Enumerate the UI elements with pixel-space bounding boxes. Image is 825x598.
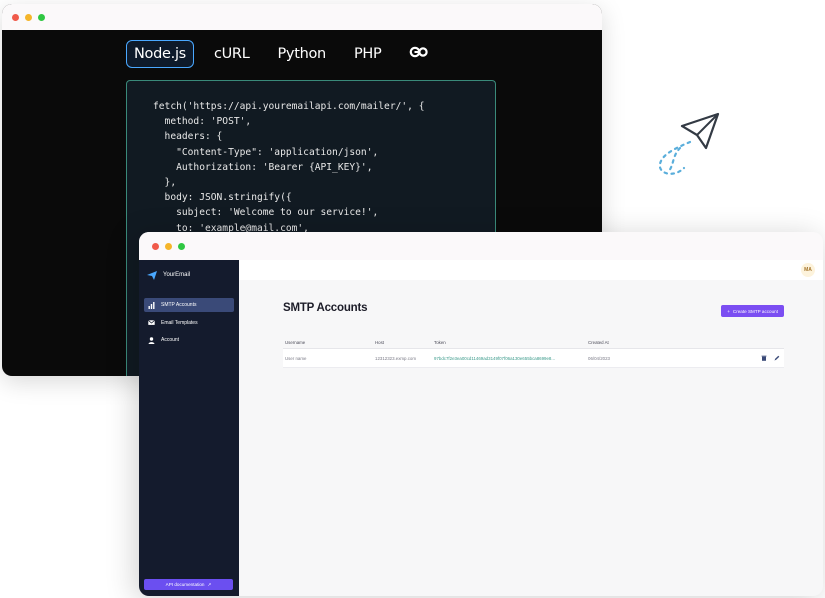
column-header-token: Token [434,340,446,345]
code-line: subject: 'Welcome to our service!', [153,207,379,219]
code-line: headers: { [153,131,223,143]
smtp-accounts-table: Username Host Token Created At User name… [283,337,784,368]
avatar[interactable]: MA [801,263,815,277]
sidebar-nav: SMTP Accounts Email Templates Account [139,298,239,347]
sidebar-item-label: Email Templates [161,319,198,326]
external-link-icon: ↗ [207,581,212,587]
sidebar-item-label: Account [161,337,180,343]
brand[interactable]: YourEmail [139,260,239,282]
mail-icon [148,320,155,325]
create-smtp-account-button[interactable]: + Create SMTP account [721,305,784,317]
code-line: fetch('https://api.youremailapi.com/mail… [153,101,425,112]
code-line: }, [153,177,177,189]
close-dot-icon[interactable] [152,242,159,250]
row-actions [756,355,784,361]
create-button-label: Create SMTP account [732,308,778,314]
tab-php[interactable]: PHP [346,40,390,68]
tab-curl[interactable]: cURL [206,40,258,68]
sidebar: YourEmail SMTP Accounts Email Templates … [139,260,239,596]
cell-username: User name [285,355,307,361]
go-logo-icon [410,46,429,58]
paper-plane-icon [658,112,720,175]
api-documentation-button[interactable]: API documentation ↗ [144,579,233,590]
sidebar-item-account[interactable]: Account [144,333,234,347]
brand-plane-icon [147,270,157,280]
api-documentation-label: API documentation [165,582,205,587]
tab-python[interactable]: Python [269,40,333,68]
maximize-dot-icon[interactable] [178,242,185,250]
trash-icon[interactable] [761,355,767,361]
cell-created-at: 06/04/2023 [588,355,610,361]
column-header-host: Host [375,340,385,345]
sidebar-item-email-templates[interactable]: Email Templates [144,316,234,330]
topbar: MA [239,260,823,280]
minimize-dot-icon[interactable] [25,13,32,21]
table-row[interactable]: User name 12312323.exmp.com 97bdc7f2e3ea… [283,349,784,368]
column-header-created-at: Created At [588,340,609,345]
plus-icon: + [727,308,730,314]
code-line: Authorization: 'Bearer {API_KEY}', [153,161,373,173]
cell-token: 97bdc7f2e3ea00cd11469ad3149f07f06a130e65… [434,355,556,361]
tab-nodejs[interactable]: Node.js [126,40,194,68]
chart-icon [148,301,155,309]
cell-host: 12312323.exmp.com [375,355,417,361]
edit-pencil-icon[interactable] [774,355,780,361]
column-header-username: Username [285,340,306,345]
sidebar-item-label: SMTP Accounts [161,302,197,308]
hero-illustration: Node.js cURL Python PHP fetch('https://a… [0,0,825,598]
code-line: "Content-Type": 'application/json', [153,146,379,158]
dashboard-window-titlebar [139,232,823,260]
maximize-dot-icon[interactable] [38,13,45,21]
language-tabs: Node.js cURL Python PHP [126,40,446,68]
tab-go[interactable] [401,40,436,68]
page-title: SMTP Accounts [283,302,368,314]
sidebar-item-smtp-accounts[interactable]: SMTP Accounts [144,298,234,312]
table-header: Username Host Token Created At [283,337,784,349]
user-icon [148,336,155,344]
brand-name: YourEmail [163,272,191,278]
close-dot-icon[interactable] [12,13,19,21]
dashboard-window: YourEmail SMTP Accounts Email Templates … [139,232,823,596]
main-content: SMTP Accounts + Create SMTP account User… [239,280,823,596]
code-line: method: 'POST', [153,116,252,128]
minimize-dot-icon[interactable] [165,242,172,250]
code-line: body: JSON.stringify({ [153,192,292,204]
code-window-titlebar [2,4,602,30]
